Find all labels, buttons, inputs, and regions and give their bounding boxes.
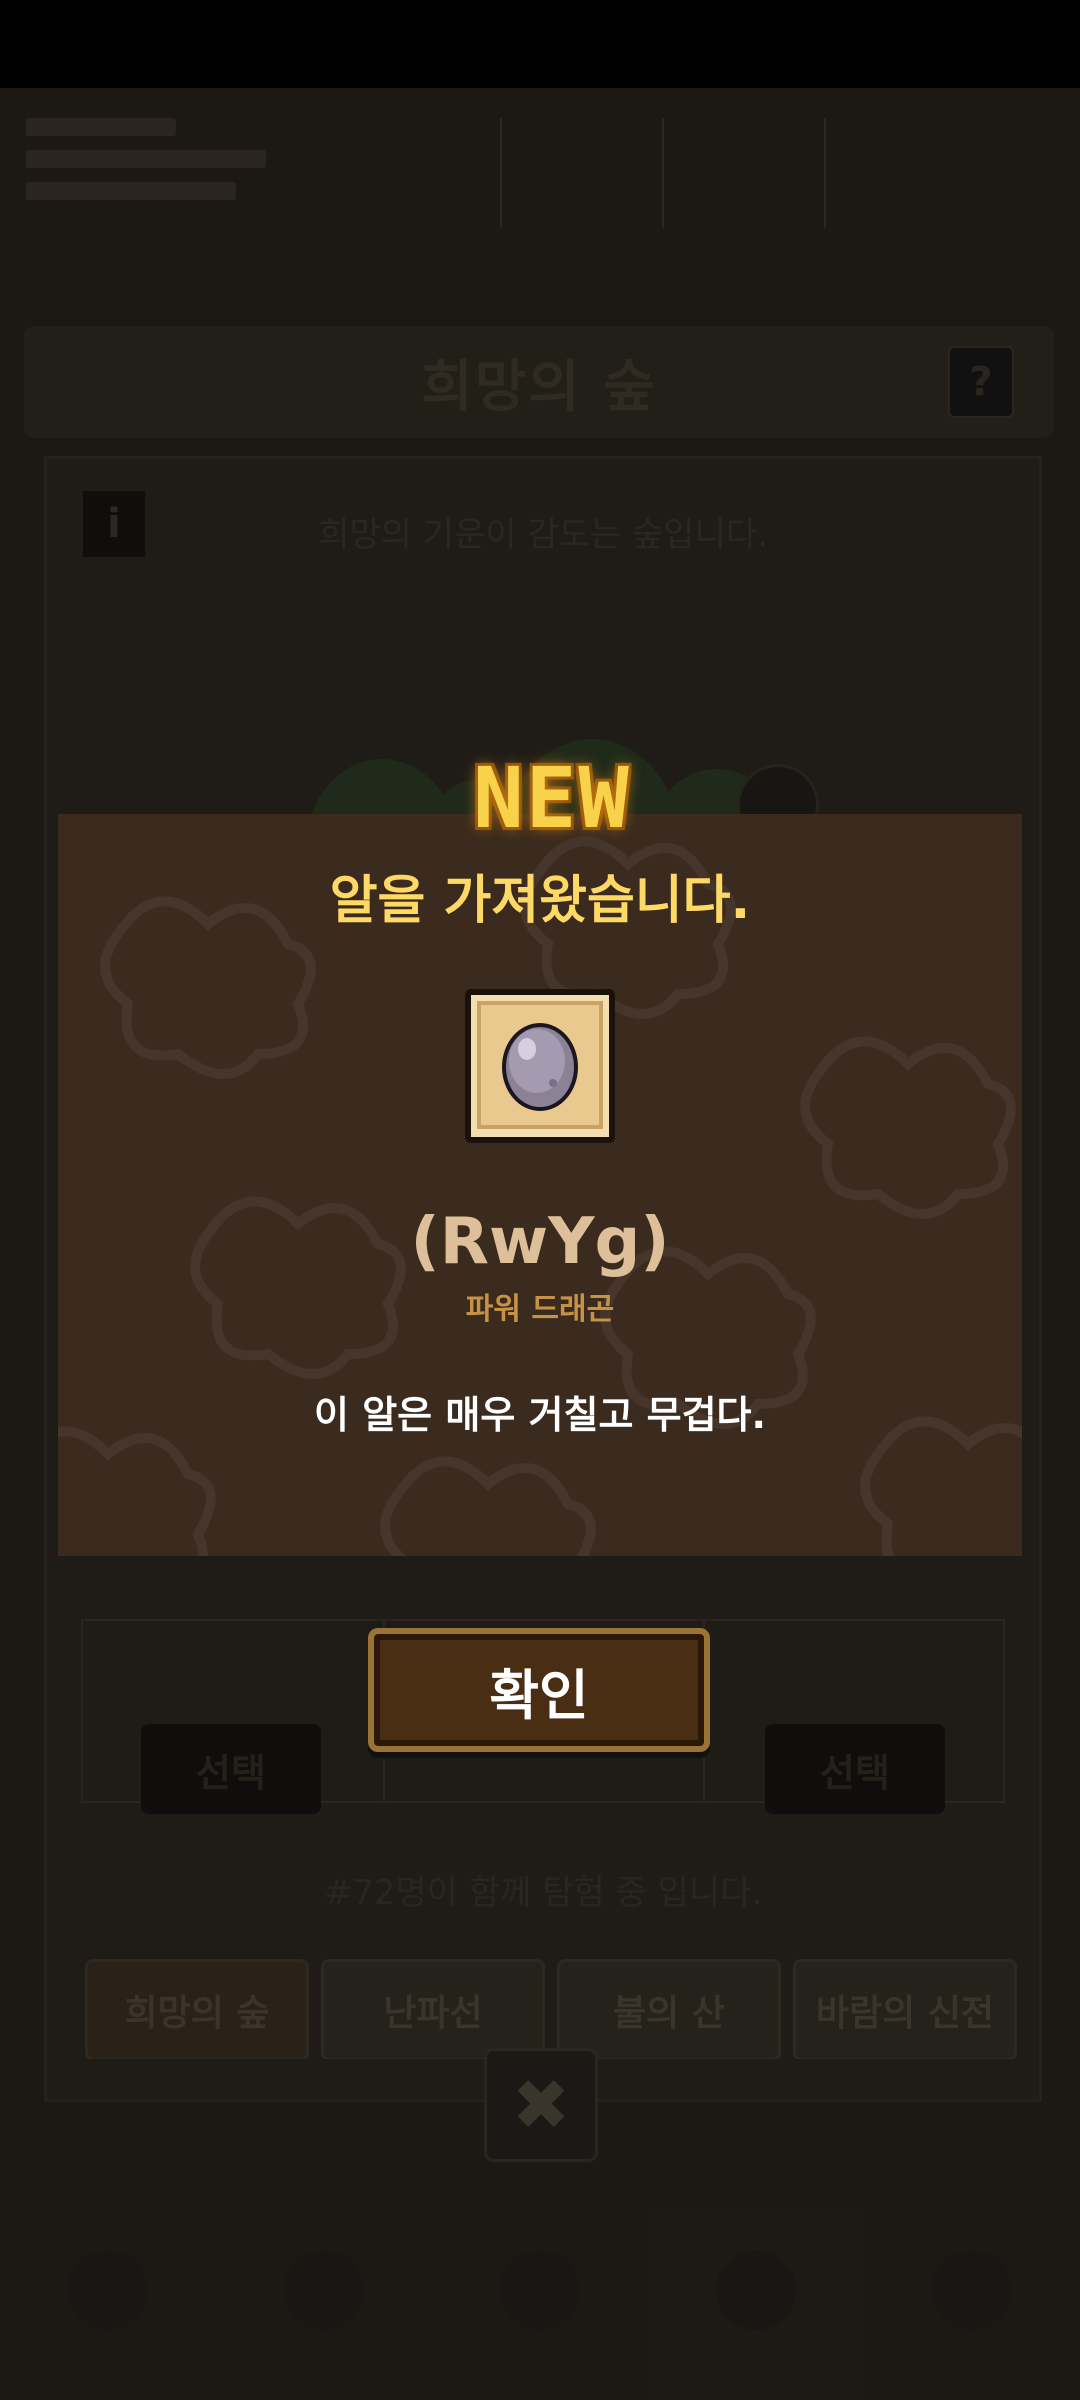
stage-tabs: 희망의 숲 난파선 불의 산 바람의 신전 (85, 1959, 1035, 2059)
nav-item[interactable] (648, 2210, 864, 2400)
egg-description: 이 알은 매우 거칠고 무겁다. (314, 1393, 766, 1437)
stage-description: 희망의 기운이 감도는 숲입니다. (318, 515, 768, 555)
nav-item[interactable] (864, 2210, 1080, 2400)
egg-name: (RwYg) (410, 1205, 670, 1279)
tab-wind-temple[interactable]: 바람의 신전 (793, 1959, 1017, 2059)
player-info (26, 118, 286, 238)
close-icon[interactable]: ✖ (484, 2048, 598, 2162)
new-badge-label: NEW (473, 749, 631, 847)
nav-item[interactable] (0, 2210, 216, 2400)
bottom-nav (0, 2210, 1080, 2400)
confirm-button[interactable]: 확인 (368, 1628, 710, 1752)
resource-bar (500, 118, 1056, 228)
egg-card (463, 987, 617, 1145)
status-bar (0, 0, 1080, 88)
tab-hope-forest[interactable]: 희망의 숲 (85, 1959, 309, 2059)
select-button-left[interactable]: 선택 (141, 1724, 321, 1814)
gray-egg-icon (465, 989, 615, 1143)
nav-item[interactable] (432, 2210, 648, 2400)
party-count-text: #72명이 함께 탐험 중 입니다. (323, 1873, 763, 1913)
nav-item[interactable] (216, 2210, 432, 2400)
tab-shipwreck[interactable]: 난파선 (321, 1959, 545, 2059)
new-badge: NEW (452, 748, 652, 848)
help-icon[interactable]: ? (948, 346, 1014, 418)
tab-fire-mountain[interactable]: 불의 산 (557, 1959, 781, 2059)
stage-title-bar: 희망의 숲 ? (24, 326, 1054, 438)
egg-type: 파워 드래곤 (465, 1292, 615, 1327)
select-button-right[interactable]: 선택 (765, 1724, 945, 1814)
modal-title: 알을 가져왔습니다. (329, 871, 751, 931)
stage-title: 희망의 숲 (421, 354, 657, 420)
